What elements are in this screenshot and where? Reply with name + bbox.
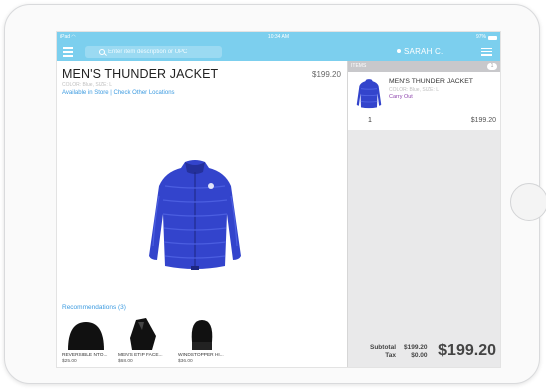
product-title: MEN'S THUNDER JACKET <box>62 67 219 81</box>
cart-item-quantity[interactable]: 1 <box>368 117 372 124</box>
cart-panel: ITEMS 1 MEN'S THUNDER JACKET COLOR: Blue… <box>347 61 500 367</box>
cart-item-name: MEN'S THUNDER JACKET <box>389 78 473 85</box>
product-detail: MEN'S THUNDER JACKET $199.20 COLOR: Blue… <box>57 61 347 367</box>
cart-totals: Subtotal Tax $199.20 $0.00 $199.20 <box>348 341 500 367</box>
product-image <box>149 160 241 270</box>
product-price: $199.20 <box>312 70 341 79</box>
cart-header: ITEMS 1 <box>348 61 500 72</box>
user-icon <box>397 49 401 53</box>
product-links: Available in Store | Check Other Locatio… <box>62 90 175 96</box>
nav-bar: SARAH C. <box>57 43 500 61</box>
recommendation-item[interactable]: REVERSIBLE NTO... $25.00 <box>62 316 122 367</box>
menu-icon[interactable] <box>63 47 73 57</box>
app-screen: iPad ◠ 10:34 AM 97% SARAH C. MEN'S THUND… <box>56 31 501 368</box>
recommendations-title[interactable]: Recommendations (3) <box>62 304 126 311</box>
cart-line-item[interactable]: MEN'S THUNDER JACKET COLOR: Blue, SIZE: … <box>348 72 500 130</box>
search-input[interactable] <box>108 49 208 55</box>
status-bar: iPad ◠ 10:34 AM 97% <box>57 32 500 43</box>
search-icon <box>99 49 105 55</box>
user-account[interactable]: SARAH C. <box>397 43 443 61</box>
total-value[interactable]: $199.20 <box>438 342 496 360</box>
status-time: 10:34 AM <box>267 34 290 40</box>
home-button[interactable] <box>510 183 546 221</box>
cart-item-price: $199.20 <box>470 117 496 124</box>
cart-item-thumbnail <box>356 79 382 109</box>
recommendation-image <box>130 318 156 350</box>
cart-count-badge: 1 <box>487 63 497 70</box>
tax-label: Tax <box>385 352 396 359</box>
cart-item-attributes: COLOR: Blue, SIZE: L <box>389 87 440 93</box>
recommendation-image <box>68 322 104 350</box>
tax-value: $0.00 <box>411 352 428 359</box>
recommendation-item[interactable]: WINDSTOPPER HI... $36.00 <box>178 316 238 367</box>
recommendation-item[interactable]: MEN'S ETIP FACE... $68.00 <box>118 316 178 367</box>
check-other-locations-link[interactable]: Check Other Locations <box>114 90 175 96</box>
subtotal-label: Subtotal <box>370 344 396 351</box>
edit-list-icon[interactable] <box>481 48 492 56</box>
status-battery: 97% <box>476 32 497 43</box>
subtotal-value: $199.20 <box>404 344 428 351</box>
cart-item-fulfillment[interactable]: Carry Out <box>389 94 413 100</box>
available-in-store-link[interactable]: Available in Store <box>62 90 109 96</box>
battery-icon <box>488 35 497 40</box>
product-attributes: COLOR: Blue, SIZE: L <box>62 82 113 88</box>
link-separator: | <box>110 90 112 96</box>
recommendation-image <box>191 320 213 350</box>
search-bar[interactable] <box>85 46 222 58</box>
